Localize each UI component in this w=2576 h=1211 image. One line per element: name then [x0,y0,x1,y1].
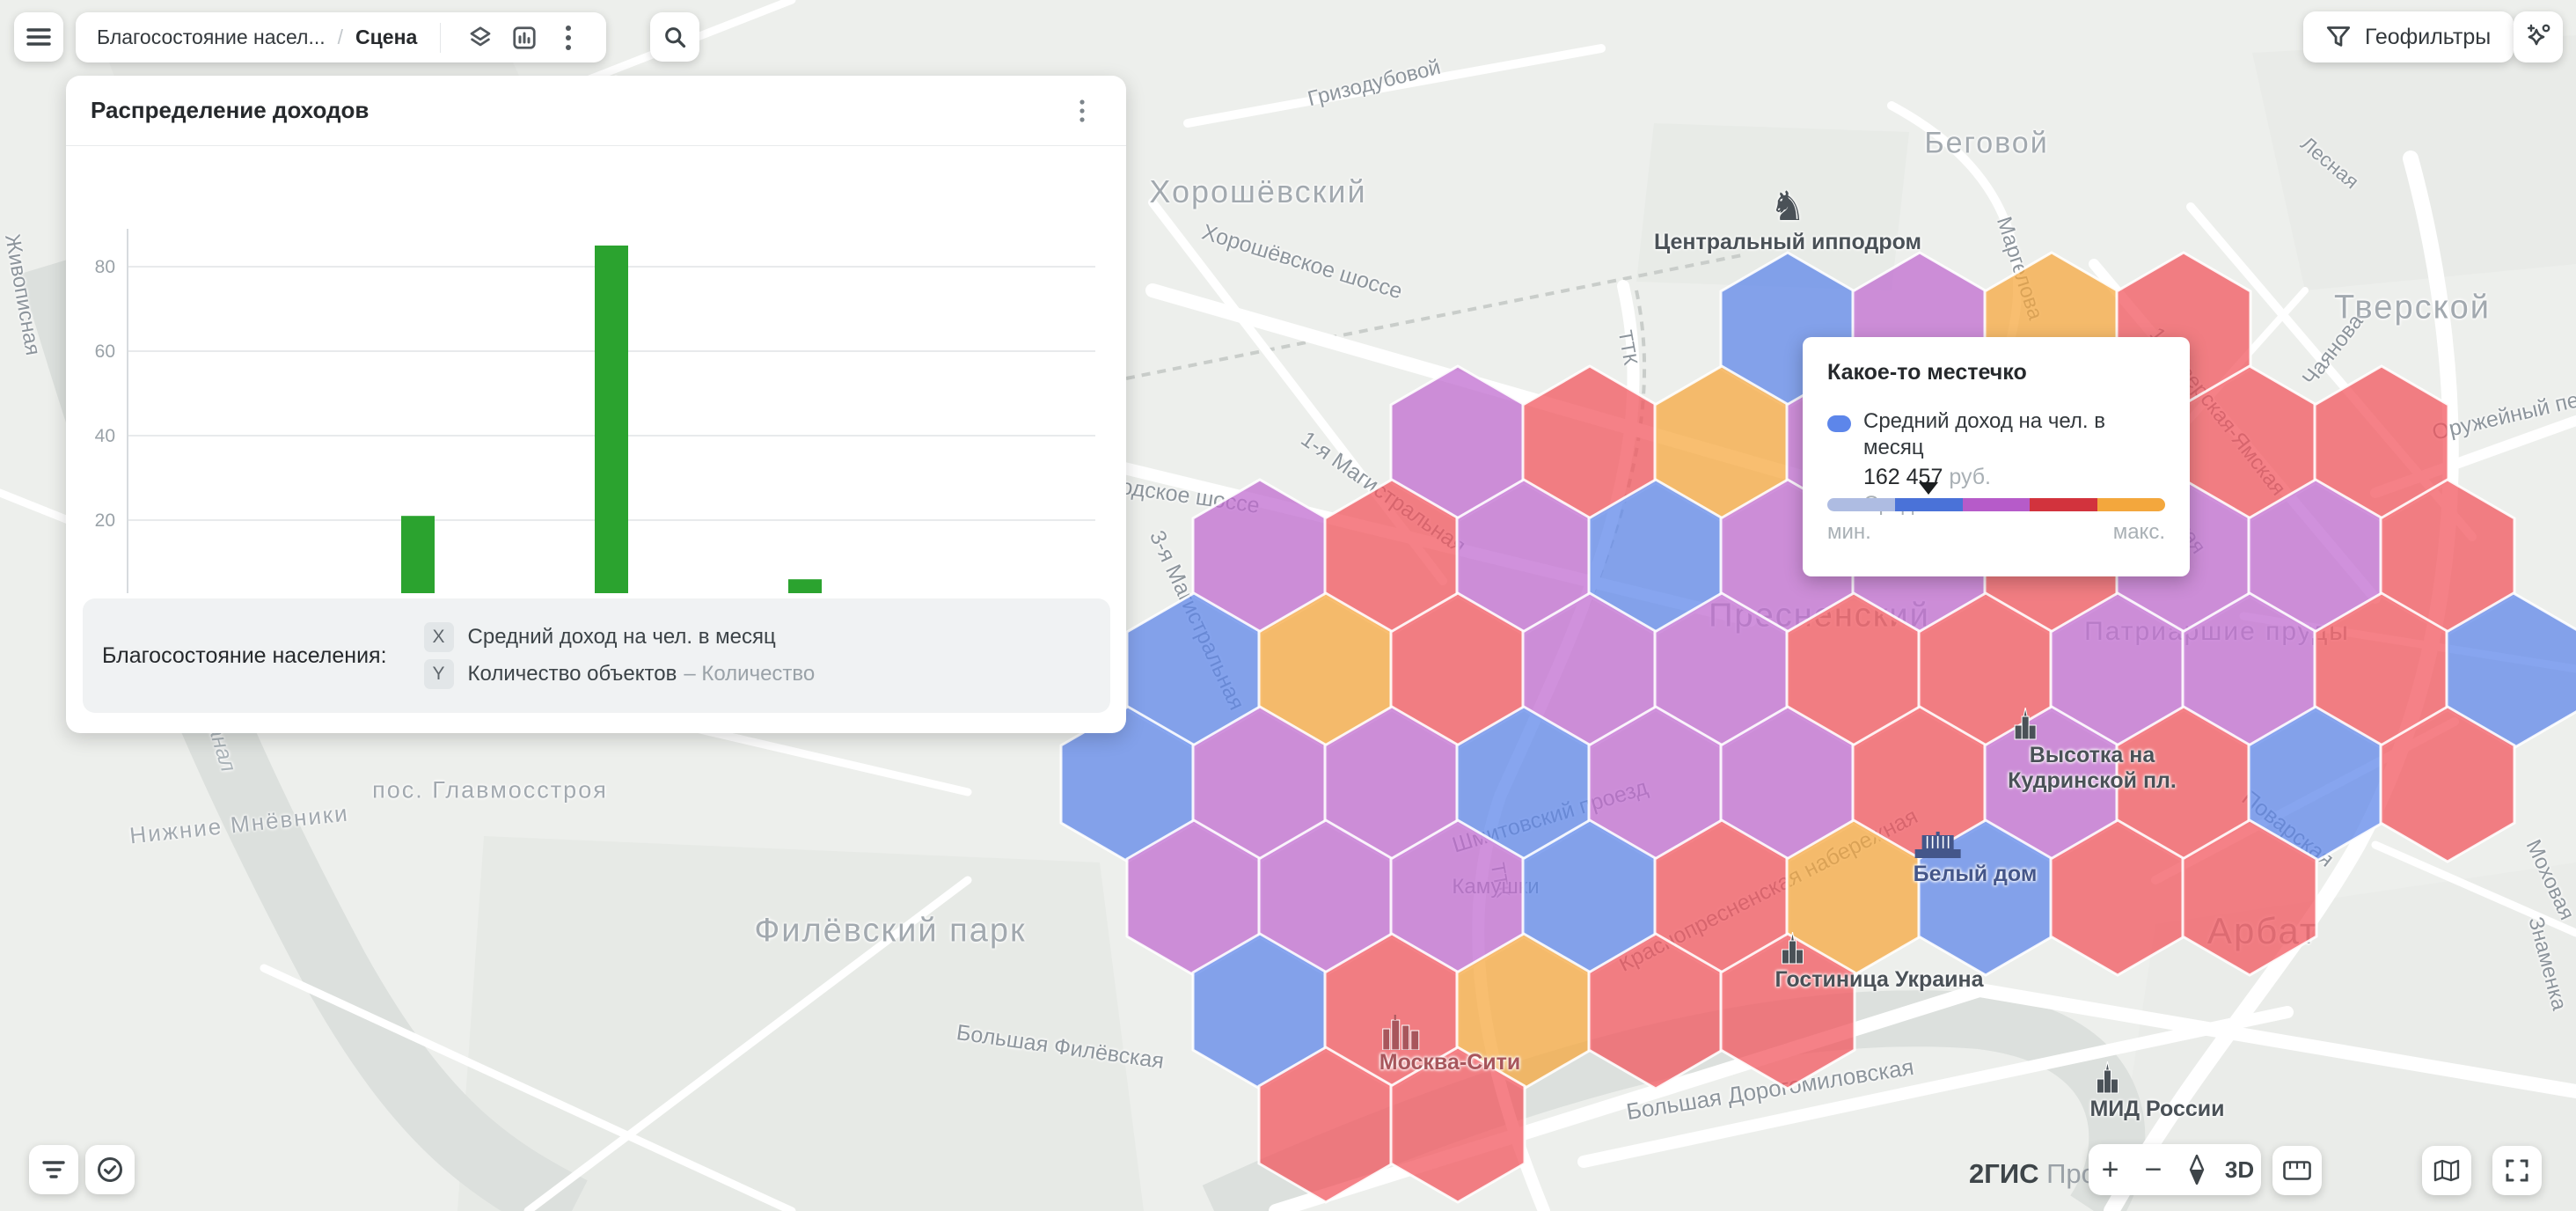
series-color-dot [1827,415,1851,432]
more-button[interactable] [546,16,590,60]
chart-panel: Распределение доходов 0204060800 – 10000… [66,76,1126,733]
map-poi: Белый дом [1914,832,2038,887]
kebab-icon [565,24,572,52]
charts-button[interactable] [502,16,546,60]
city-icon [1379,1015,1521,1050]
breadcrumb-separator: / [338,26,343,49]
map-poi: Высотка наКудринской пл. [2008,708,2177,794]
layers-filter-button[interactable] [29,1145,78,1194]
poi-label: Центральный ипподром [1654,230,1921,255]
y-tick-label: 80 [95,257,115,277]
fullscreen-button[interactable] [2492,1146,2542,1195]
map-poi: Москва-Сити [1379,1015,1521,1075]
breadcrumb-project[interactable]: Благосостояние насел... [97,26,326,49]
color-scale [1827,498,2165,511]
breadcrumb-bar: Благосостояние насел... / Сцена [76,12,606,62]
scale-marker [1919,482,1938,495]
toolbar-divider [440,23,441,53]
y-tick-label: 20 [95,510,115,531]
poi-label: Гостиница Украина [1775,967,1983,993]
x-axis-badge: X [424,622,454,652]
layers-icon [467,25,494,51]
scale-min-label: мин. [1827,520,1871,545]
chart-menu-button[interactable] [1063,92,1101,130]
bar-chart-icon [511,25,538,51]
y-axis-badge: Y [424,659,454,689]
layers-button[interactable] [458,16,502,60]
search-icon [662,25,687,49]
threed-button[interactable]: 3D [2218,1144,2261,1195]
x-axis-label: Средний доход на чел. в месяц [468,625,776,650]
zoom-out-button[interactable]: − [2132,1144,2175,1195]
zoom-in-button[interactable]: + [2089,1144,2132,1195]
kebab-icon [1079,99,1085,122]
chart-legend: Благосостояние населения: X Средний дохо… [83,598,1110,713]
poi-label: Белый дом [1914,862,2038,887]
map-poi: ♞Центральный ипподром [1654,182,1921,255]
tooltip-title: Какое-то местечко [1827,360,2165,385]
y-tick-label: 40 [95,426,115,446]
map-tooltip: Какое-то местечко Средний доход на чел. … [1803,337,2190,576]
chart-bar[interactable] [595,246,628,593]
tower-icon [2089,1061,2224,1097]
poi-label: МИД России [2089,1097,2224,1122]
dataset-label: Благосостояние населения: [102,643,387,669]
scale-segment [1963,498,2031,511]
tooltip-value: 162 457 руб. [1863,465,2165,490]
funnel-icon [2326,26,2351,48]
geofilters-label: Геофильтры [2365,25,2491,50]
y-tick-label: 60 [95,341,115,362]
geofilters-button[interactable]: Геофильтры [2303,11,2514,62]
magic-tools-button[interactable] [2514,11,2563,62]
filter-lines-icon [42,1160,65,1179]
time-button[interactable] [85,1145,135,1194]
y-axis-label: Количество объектов [468,662,677,686]
scale-segment [1827,498,1895,511]
chart-bar[interactable] [788,579,822,593]
clock-icon [96,1156,124,1184]
chart-panel-header: Распределение доходов [66,76,1126,146]
whitehouse-icon [1914,832,2038,862]
scale-segment [2030,498,2097,511]
map-poi: Гостиница Украина [1775,932,1983,993]
map-canvas[interactable]: ХорошёвскийБеговойТверскойПресненскийПат… [0,0,2576,1211]
tooltip-metric-label: Средний доход на чел. в месяц [1863,408,2165,461]
map-poi: МИД России [2089,1061,2224,1122]
poi-label: Высотка на [2008,743,2177,768]
ruler-button[interactable] [2272,1146,2322,1195]
compass-button[interactable] [2175,1144,2218,1195]
menu-button[interactable] [14,12,63,62]
map-zoom-controls: + − 3D [2089,1144,2261,1195]
chart-bar[interactable] [401,516,435,593]
income-distribution-chart: 0204060800 – 100000100000 – 200000200000… [66,153,1126,593]
poi-label: Москва-Сити [1379,1050,1521,1075]
hamburger-icon [26,27,51,47]
breadcrumb-scene[interactable]: Сцена [355,26,417,49]
folded-map-icon [2433,1159,2460,1182]
scale-segment [2097,498,2165,511]
horse-icon: ♞ [1654,182,1921,230]
poi-label: Кудринской пл. [2008,768,2177,794]
scale-max-label: макс. [2113,520,2165,545]
y-axis-row: Y Количество объектов – Количество [424,659,816,689]
chart-title: Распределение доходов [91,97,1063,124]
tooltip-unit: руб. [1949,465,1991,489]
sparkles-icon [2523,22,2553,52]
scale-segment [1895,498,1963,511]
y-axis-sublabel: – Количество [684,662,815,686]
tower-icon [1775,932,1983,967]
x-axis-row: X Средний доход на чел. в месяц [424,622,816,652]
tower-icon [2008,708,2177,743]
search-button[interactable] [650,12,699,62]
map-style-button[interactable] [2422,1146,2471,1195]
ruler-icon [2283,1161,2311,1180]
brand-logo: 2ГИС Про [1969,1158,2097,1190]
fullscreen-icon [2505,1158,2529,1183]
compass-icon [2188,1155,2206,1185]
